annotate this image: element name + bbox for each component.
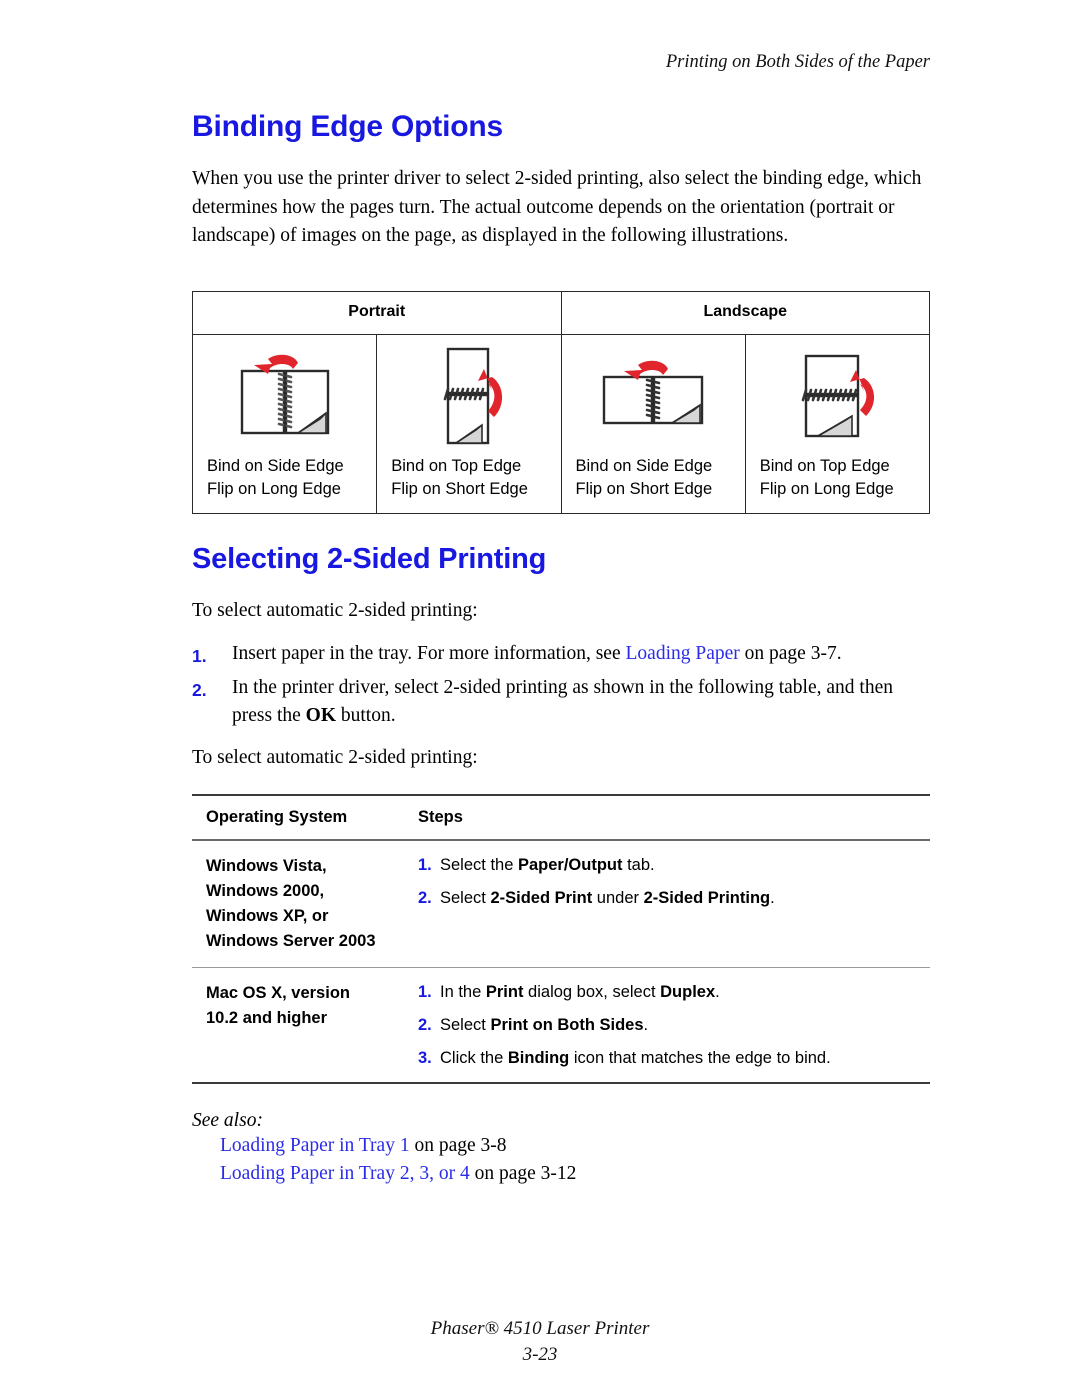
see-also-entry-2: Loading Paper in Tray 2, 3, or 4 on page… — [220, 1160, 930, 1188]
step-number: 3. — [418, 1049, 432, 1068]
footer-product-name: Phaser® 4510 Laser Printer — [430, 1318, 650, 1339]
illustration-caption-1: Bind on Side Edge Flip on Long Edge — [193, 455, 376, 513]
book-top-bound-wide-icon — [746, 335, 929, 455]
step-text: In the printer driver, select 2-sided pr… — [232, 674, 930, 730]
step-text: Click the Binding icon that matches the … — [440, 1049, 831, 1068]
list-item: 2. Select Print on Both Sides. — [418, 1014, 930, 1036]
os-name-line: 10.2 and higher — [206, 1009, 328, 1028]
loading-paper-link[interactable]: Loading Paper — [626, 643, 740, 664]
ok-button-label: OK — [305, 704, 336, 726]
step-number: 1. — [192, 645, 207, 666]
os-name-line: Windows Server 2003 — [206, 932, 376, 951]
os-table-header-row: Operating System Steps — [192, 794, 930, 842]
os-name-line: Windows XP, or — [206, 907, 329, 926]
list-item: 2. Select 2-Sided Print under 2-Sided Pr… — [418, 887, 930, 909]
table-row: Mac OS X, version 10.2 and higher 1. In … — [192, 967, 930, 1085]
step-text: In the Print dialog box, select Duplex. — [440, 983, 720, 1002]
caption-bind-line: Bind on Top Edge — [391, 456, 522, 475]
procedure-step-2: 2. In the printer driver, select 2-sided… — [192, 674, 930, 730]
illustration-cell-4: Bind on Top Edge Flip on Long Edge — [744, 333, 931, 514]
group-header-landscape: Landscape — [560, 290, 930, 335]
section-heading-binding-edge-options: Binding Edge Options — [192, 110, 503, 143]
step-text-suffix: on page 3-7. — [739, 642, 842, 664]
step-text: Select the Paper/Output tab. — [440, 856, 655, 875]
illustration-caption-4: Bind on Top Edge Flip on Long Edge — [746, 455, 929, 513]
lead-in-text-1: To select automatic 2-sided printing: — [192, 600, 478, 622]
os-name-line: Mac OS X, version — [206, 984, 350, 1003]
operating-system-steps-table: Operating System Steps Windows Vista, Wi… — [192, 794, 930, 1085]
illustration-group-header-row: Portrait Landscape — [192, 290, 930, 335]
os-name-cell-mac: Mac OS X, version 10.2 and higher — [192, 967, 404, 1085]
procedure-list: 1. Insert paper in the tray. For more in… — [192, 640, 930, 730]
step-text: Select 2-Sided Print under 2-Sided Print… — [440, 889, 775, 908]
caption-flip-line: Flip on Long Edge — [759, 479, 894, 498]
step-text: Select Print on Both Sides. — [440, 1016, 649, 1035]
see-also-entry-1: Loading Paper in Tray 1 on page 3-8 — [220, 1132, 930, 1160]
steps-cell-mac: 1. In the Print dialog box, select Duple… — [404, 967, 930, 1085]
column-header-operating-system: Operating System — [192, 794, 404, 842]
procedure-step-1: 1. Insert paper in the tray. For more in… — [192, 640, 930, 670]
step-number: 2. — [418, 1016, 432, 1035]
intro-paragraph: When you use the printer driver to selec… — [192, 168, 922, 246]
illustration-caption-3: Bind on Side Edge Flip on Short Edge — [562, 455, 745, 513]
step-text-suffix: button. — [336, 704, 396, 726]
caption-flip-line: Flip on Long Edge — [207, 479, 341, 498]
illustration-row: Bind on Side Edge Flip on Long Edge Bind… — [191, 333, 931, 514]
book-top-bound-portrait-icon — [377, 335, 560, 455]
table-row: Windows Vista, Windows 2000, Windows XP,… — [192, 840, 930, 968]
step-number: 2. — [192, 679, 207, 700]
caption-bind-line: Bind on Side Edge — [207, 456, 344, 475]
step-number: 1. — [418, 856, 432, 875]
os-name-line: Windows Vista, — [206, 857, 327, 876]
steps-cell-windows: 1. Select the Paper/Output tab. 2. Selec… — [404, 840, 930, 968]
illustration-caption-2: Bind on Top Edge Flip on Short Edge — [377, 455, 560, 513]
caption-flip-line: Flip on Short Edge — [391, 479, 528, 498]
binding-illustration-table: Portrait Landscape Bind on Side Edge Fli… — [191, 290, 931, 514]
caption-bind-line: Bind on Side Edge — [575, 456, 713, 475]
steps-list: 1. In the Print dialog box, select Duple… — [418, 981, 930, 1069]
page-content: Binding Edge Options When you use the pr… — [191, 110, 931, 1188]
loading-paper-tray-2-3-4-link[interactable]: Loading Paper in Tray 2, 3, or 4 — [220, 1163, 470, 1184]
document-page: Printing on Both Sides of the Paper Bind… — [0, 0, 1080, 1397]
footer-page-number: 3-23 — [522, 1344, 558, 1365]
list-item: 3. Click the Binding icon that matches t… — [418, 1047, 930, 1069]
step-number: 2. — [418, 889, 432, 908]
step-text: Insert paper in the tray. For more infor… — [232, 640, 930, 670]
illustration-cell-2: Bind on Top Edge Flip on Short Edge — [376, 333, 562, 514]
illustration-cell-1: Bind on Side Edge Flip on Long Edge — [191, 333, 378, 514]
group-header-portrait: Portrait — [192, 290, 562, 335]
list-item: 1. In the Print dialog box, select Duple… — [418, 981, 930, 1003]
list-item: 1. Select the Paper/Output tab. — [418, 854, 930, 876]
book-side-bound-landscape-spread-icon — [193, 335, 376, 455]
os-name-line: Windows 2000, — [206, 882, 325, 901]
step-number: 1. — [418, 983, 432, 1002]
loading-paper-tray-1-link[interactable]: Loading Paper in Tray 1 — [220, 1135, 410, 1156]
see-also-page-ref: on page 3-8 — [409, 1135, 507, 1157]
lead-in-text-2: To select automatic 2-sided printing: — [192, 746, 478, 768]
see-also-page-ref: on page 3-12 — [469, 1163, 577, 1185]
column-header-steps: Steps — [404, 794, 930, 842]
os-name-cell-windows: Windows Vista, Windows 2000, Windows XP,… — [192, 840, 404, 968]
page-footer: Phaser® 4510 Laser Printer 3-23 — [0, 1316, 1080, 1368]
see-also-label: See also: — [192, 1110, 263, 1132]
illustration-cell-3: Bind on Side Edge Flip on Short Edge — [560, 333, 746, 514]
running-header: Printing on Both Sides of the Paper — [665, 52, 930, 72]
caption-bind-line: Bind on Top Edge — [759, 456, 890, 475]
book-side-bound-wide-spread-icon — [562, 335, 745, 455]
steps-list: 1. Select the Paper/Output tab. 2. Selec… — [418, 854, 930, 909]
caption-flip-line: Flip on Short Edge — [575, 479, 713, 498]
step-text-prefix: Insert paper in the tray. For more infor… — [232, 642, 626, 664]
section-heading-selecting-2-sided-printing: Selecting 2-Sided Printing — [192, 542, 547, 575]
